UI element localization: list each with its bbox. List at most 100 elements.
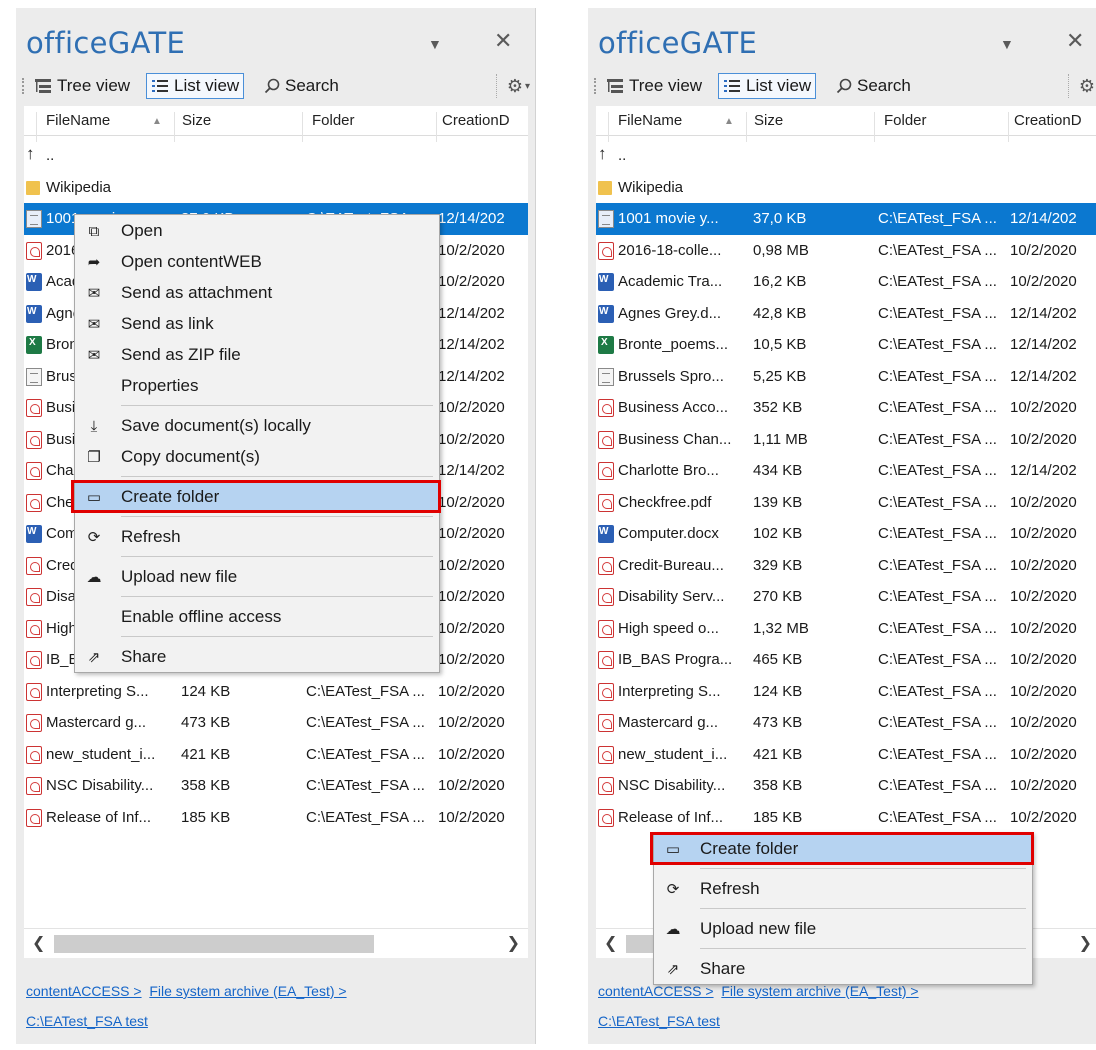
table-row[interactable]: Release of Inf... 185 KB C:\EATest_FSA ...…: [24, 802, 528, 834]
list-view-button[interactable]: List view: [718, 73, 817, 99]
menu-item-create-folder[interactable]: ▭ Create folder: [650, 832, 1034, 865]
table-row[interactable]: Wikipedia: [596, 172, 1096, 204]
search-button[interactable]: Search: [832, 73, 915, 99]
table-row[interactable]: Release of Inf... 185 KB C:\EATest_FSA ...…: [596, 802, 1096, 834]
tree-view-button[interactable]: Tree view: [602, 73, 706, 99]
cell-creation-date: 10/2/2020: [438, 493, 505, 511]
table-row[interactable]: ↑..: [24, 140, 528, 172]
table-row[interactable]: Interpreting S... 124 KB C:\EATest_FSA ...…: [24, 676, 528, 708]
dropdown-icon[interactable]: ▼: [1000, 36, 1014, 52]
menu-item-refresh[interactable]: ⟳ Refresh: [654, 873, 1032, 904]
table-row[interactable]: Checkfree.pdf 139 KB C:\EATest_FSA ... 10/2…: [596, 487, 1096, 519]
table-row[interactable]: Business Chan... 1,11 MB C:\EATest_FSA ...…: [596, 424, 1096, 456]
menu-item-share[interactable]: ⇗ Share: [654, 953, 1032, 984]
mail-link-icon: ✉: [87, 316, 101, 333]
table-row[interactable]: Academic Tra... 16,2 KB C:\EATest_FSA ... 1…: [596, 266, 1096, 298]
menu-separator: [121, 596, 433, 597]
tree-view-button[interactable]: Tree view: [30, 73, 134, 99]
mail-zip-icon: ✉: [87, 347, 101, 364]
column-creation-date[interactable]: CreationD: [442, 112, 510, 129]
menu-item-properties[interactable]: Properties: [75, 370, 439, 401]
column-folder[interactable]: Folder: [312, 112, 355, 129]
menu-item-save-document-s-locally[interactable]: ⤓ Save document(s) locally: [75, 410, 439, 441]
menu-item-upload-new-file[interactable]: ☁ Upload new file: [654, 913, 1032, 944]
table-row[interactable]: ↑..: [596, 140, 1096, 172]
breadcrumb-folder-path[interactable]: C:\EATest_FSA test: [598, 1013, 720, 1029]
menu-item-label: Open: [121, 220, 163, 240]
menu-item-refresh[interactable]: ⟳ Refresh: [75, 521, 439, 552]
table-row[interactable]: Disability Serv... 270 KB C:\EATest_FSA ..…: [596, 581, 1096, 613]
cell-size: 185 KB: [181, 808, 231, 826]
table-row[interactable]: Mastercard g... 473 KB C:\EATest_FSA ... 10…: [596, 707, 1096, 739]
table-row[interactable]: NSC Disability... 358 KB C:\EATest_FSA ...…: [596, 770, 1096, 802]
refresh-icon: ⟳: [87, 529, 101, 546]
menu-item-send-as-attachment[interactable]: ✉ Send as attachment: [75, 277, 439, 308]
column-filename[interactable]: FileName: [46, 112, 110, 129]
settings-button[interactable]: ⚙▾: [495, 74, 530, 98]
table-row[interactable]: Wikipedia: [24, 172, 528, 204]
cell-filename: ..: [46, 147, 55, 165]
table-row[interactable]: new_student_i... 421 KB C:\EATest_FSA ... 1…: [24, 739, 528, 771]
cell-size: 421 KB: [753, 745, 803, 763]
table-row[interactable]: Bronte_poems... 10,5 KB C:\EATest_FSA ... 1…: [596, 329, 1096, 361]
menu-item-open[interactable]: ⧉ Open: [75, 215, 439, 246]
menu-separator: [121, 636, 433, 637]
gear-icon: ⚙: [1078, 75, 1095, 96]
horizontal-scrollbar[interactable]: ❮ ❯: [24, 928, 528, 958]
breadcrumb-file-system-archive[interactable]: File system archive (EA_Test) >: [721, 983, 918, 999]
breadcrumb-file-system-archive[interactable]: File system archive (EA_Test) >: [149, 983, 346, 999]
table-row[interactable]: Mastercard g... 473 KB C:\EATest_FSA ... 10…: [24, 707, 528, 739]
table-row[interactable]: Brussels Spro... 5,25 KB C:\EATest_FSA ...…: [596, 361, 1096, 393]
column-filename[interactable]: FileName: [618, 112, 682, 129]
column-folder[interactable]: Folder: [884, 112, 927, 129]
table-row[interactable]: High speed o... 1,32 MB C:\EATest_FSA ... 1…: [596, 613, 1096, 645]
menu-item-send-as-link[interactable]: ✉ Send as link: [75, 308, 439, 339]
menu-item-copy-document-s[interactable]: ❐ Copy document(s): [75, 441, 439, 472]
column-creation-date[interactable]: CreationD: [1014, 112, 1082, 129]
text-file-icon: [598, 210, 614, 228]
table-row[interactable]: IB_BAS Progra... 465 KB C:\EATest_FSA ... 1…: [596, 644, 1096, 676]
cell-size: 37,0 KB: [753, 210, 807, 228]
menu-item-open-contentweb[interactable]: ➦ Open contentWEB: [75, 246, 439, 277]
table-row[interactable]: Business Acco... 352 KB C:\EATest_FSA ... 1…: [596, 392, 1096, 424]
scroll-left-icon[interactable]: ❮: [32, 933, 45, 953]
menu-item-create-folder[interactable]: ▭ Create folder: [71, 480, 441, 513]
breadcrumb-contentaccess[interactable]: contentACCESS >: [598, 983, 714, 999]
table-row[interactable]: Computer.docx 102 KB C:\EATest_FSA ... 10/2…: [596, 518, 1096, 550]
scroll-right-icon[interactable]: ❯: [507, 933, 520, 953]
cell-filename: Business Chan...: [618, 430, 732, 448]
toolbar-grip[interactable]: [594, 78, 596, 94]
menu-item-upload-new-file[interactable]: ☁ Upload new file: [75, 561, 439, 592]
toolbar-grip[interactable]: [22, 78, 24, 94]
settings-button[interactable]: ⚙▾: [1067, 74, 1096, 98]
scroll-right-icon[interactable]: ❯: [1079, 933, 1092, 953]
table-row[interactable]: 1001 movie y... 37,0 KB C:\EATest_FSA ... 1…: [596, 203, 1096, 235]
cell-creation-date: 10/2/2020: [438, 241, 505, 259]
search-button[interactable]: Search: [260, 73, 343, 99]
column-size[interactable]: Size: [182, 112, 211, 129]
breadcrumb-contentaccess[interactable]: contentACCESS >: [26, 983, 142, 999]
breadcrumb-folder-path[interactable]: C:\EATest_FSA test: [26, 1013, 148, 1029]
table-row[interactable]: 2016-18-colle... 0,98 MB C:\EATest_FSA ...…: [596, 235, 1096, 267]
menu-separator: [700, 948, 1026, 949]
close-icon[interactable]: ✕: [1066, 28, 1084, 54]
cell-filename: Checkfree.pdf: [618, 493, 712, 511]
table-row[interactable]: Credit-Bureau... 329 KB C:\EATest_FSA ... 1…: [596, 550, 1096, 582]
table-row[interactable]: NSC Disability... 358 KB C:\EATest_FSA ...…: [24, 770, 528, 802]
column-size[interactable]: Size: [754, 112, 783, 129]
scrollbar-thumb[interactable]: [54, 935, 374, 953]
table-row[interactable]: Agnes Grey.d... 42,8 KB C:\EATest_FSA ... 1…: [596, 298, 1096, 330]
menu-item-enable-offline-access[interactable]: Enable offline access: [75, 601, 439, 632]
table-row[interactable]: Interpreting S... 124 KB C:\EATest_FSA ...…: [596, 676, 1096, 708]
menu-item-send-as-zip-file[interactable]: ✉ Send as ZIP file: [75, 339, 439, 370]
scroll-left-icon[interactable]: ❮: [604, 933, 617, 953]
table-row[interactable]: Charlotte Bro... 434 KB C:\EATest_FSA ... 1…: [596, 455, 1096, 487]
table-row[interactable]: new_student_i... 421 KB C:\EATest_FSA ... 1…: [596, 739, 1096, 771]
pdf-file-icon: [598, 619, 614, 638]
list-view-button[interactable]: List view: [146, 73, 245, 99]
dropdown-icon[interactable]: ▼: [428, 36, 442, 52]
cell-size: 352 KB: [753, 399, 803, 417]
menu-item-share[interactable]: ⇗ Share: [75, 641, 439, 672]
close-icon[interactable]: ✕: [494, 28, 512, 54]
parent-folder-icon: ↑: [598, 144, 607, 163]
